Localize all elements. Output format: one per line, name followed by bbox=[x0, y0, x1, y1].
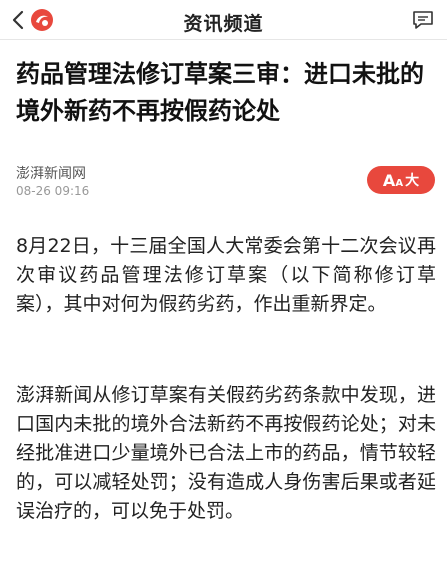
article-paragraph: 8月22日，十三届全国人大常委会第十二次会议再次审议药品管理法修订草案（以下简称… bbox=[16, 235, 436, 315]
article-paragraph: 澎湃新闻从修订草案有关假药劣药条款中发现，进口国内未批的境外合法新药不再按假药论… bbox=[16, 384, 436, 522]
font-size-button[interactable]: AA 大 bbox=[367, 166, 435, 194]
article-headline: 药品管理法修订草案三审：进口未批的境外新药不再按假药论处 bbox=[16, 60, 424, 125]
font-size-label: 大 bbox=[405, 173, 420, 189]
page-title: 资讯频道 bbox=[183, 13, 264, 35]
font-size-icon: AA bbox=[382, 170, 404, 190]
article-datetime: 08-26 09:16 bbox=[16, 184, 90, 198]
chat-bubble-icon bbox=[413, 11, 433, 29]
top-nav-bar: 资讯频道 bbox=[0, 0, 447, 40]
article-source[interactable]: 澎湃新闻网 bbox=[16, 163, 86, 183]
message-button[interactable] bbox=[411, 9, 435, 31]
